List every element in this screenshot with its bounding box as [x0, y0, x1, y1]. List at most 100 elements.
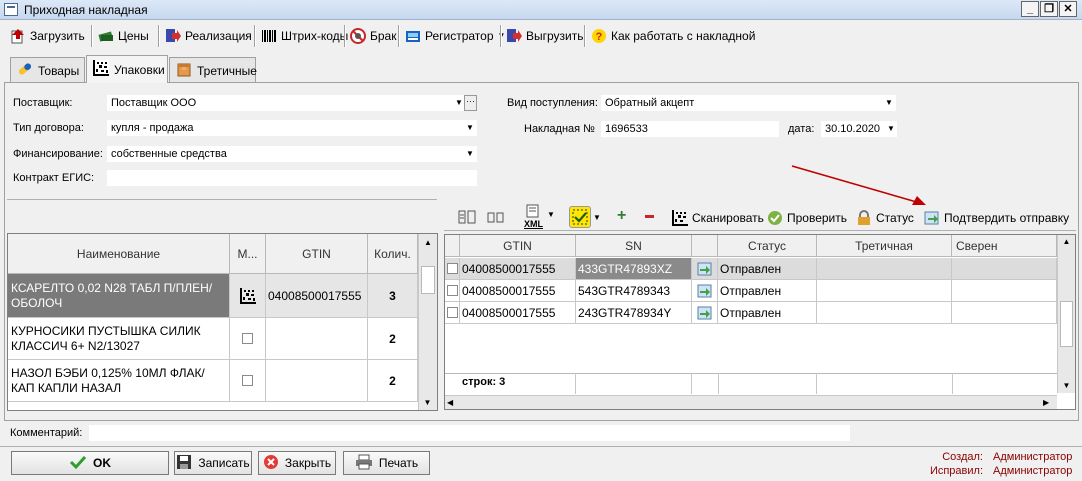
minimize-button[interactable]: _ [1021, 1, 1039, 17]
scroll-right-icon[interactable]: ▶ [1043, 396, 1049, 410]
code-row-tertiary[interactable] [817, 302, 952, 324]
code-row-status[interactable]: Отправлен [718, 302, 817, 324]
code-row-verified[interactable] [952, 302, 1057, 324]
code-row-gtin[interactable]: 04008500017555 [460, 258, 576, 280]
supplier-ellipsis-button[interactable]: ··· [464, 95, 477, 111]
scroll-down-icon[interactable]: ▼ [419, 396, 436, 410]
goods-row-marked-checkbox[interactable] [230, 360, 266, 402]
scroll-thumb[interactable] [421, 266, 435, 294]
scan-button[interactable]: Сканировать [668, 206, 768, 230]
goods-row-gtin[interactable] [266, 318, 368, 360]
goods-row-gtin[interactable]: 04008500017555 [266, 274, 368, 318]
goods-row-marked-checkbox[interactable] [230, 318, 266, 360]
checkbox[interactable] [446, 307, 458, 318]
contract-type-select[interactable]: купля - продажа [107, 120, 477, 136]
scroll-down-icon[interactable]: ▼ [1058, 379, 1075, 393]
code-row-verified[interactable] [952, 280, 1057, 302]
row-select-checkbox[interactable] [445, 258, 460, 280]
columns-icon[interactable] [458, 209, 476, 228]
receipt-type-select[interactable]: Обратный акцепт [601, 95, 896, 111]
goods-row-name[interactable]: КСАРЕЛТО 0,02 N28 ТАБЛ П/ПЛЕН/ОБОЛОЧ [8, 274, 230, 318]
col-header-gtin[interactable]: GTIN [460, 235, 576, 257]
scroll-left-icon[interactable]: ◀ [447, 396, 453, 410]
chevron-down-icon[interactable]: ▼ [885, 96, 893, 110]
col-header-tertiary[interactable]: Третичная [817, 235, 952, 257]
scroll-up-icon[interactable]: ▲ [419, 236, 437, 250]
select-all-icon[interactable] [569, 206, 591, 228]
col-header-marked[interactable]: М... [230, 234, 266, 274]
goods-row-name[interactable]: НАЗОЛ БЭБИ 0,125% 10МЛ ФЛАК/КАП КАПЛИ НА… [8, 360, 230, 402]
send-icon [692, 280, 718, 302]
code-row-status[interactable]: Отправлен [718, 258, 817, 280]
goods-row-name[interactable]: КУРНОСИКИ ПУСТЫШКА СИЛИК КЛАССИЧ 6+ N2/1… [8, 318, 230, 360]
chevron-down-icon[interactable]: ▼ [593, 211, 601, 225]
goods-row-qty[interactable]: 3 [368, 274, 418, 318]
col-header-select[interactable] [445, 235, 460, 257]
col-header-icon[interactable] [692, 235, 718, 257]
checkbox[interactable] [446, 285, 458, 296]
registrar-dropdown[interactable]: Регистратор ▼ [401, 24, 509, 48]
xml-dropdown[interactable]: XML ▼ [521, 204, 561, 230]
col-header-status[interactable]: Статус [718, 235, 817, 257]
remove-icon[interactable] [645, 215, 654, 218]
code-row-tertiary[interactable] [817, 280, 952, 302]
tab-tertiary[interactable]: Третичные [169, 57, 257, 83]
comment-field[interactable] [89, 425, 850, 441]
sale-button[interactable]: Реализация [161, 24, 256, 48]
col-header-sn[interactable]: SN [576, 235, 692, 257]
split-view-icon[interactable] [487, 209, 505, 228]
codes-table-vscrollbar[interactable]: ▲ ▼ [1057, 235, 1075, 393]
chevron-down-icon[interactable]: ▼ [887, 122, 895, 136]
checkbox[interactable] [242, 375, 253, 386]
restore-button[interactable]: ❐ [1040, 1, 1058, 17]
export-button[interactable]: Выгрузить [502, 24, 588, 48]
goods-row-gtin[interactable] [266, 360, 368, 402]
status-button[interactable]: Статус [852, 206, 918, 230]
code-row-verified[interactable] [952, 258, 1057, 280]
howto-button[interactable]: ? Как работать с накладной [587, 24, 759, 48]
egis-contract-field[interactable] [107, 170, 477, 186]
chevron-down-icon[interactable]: ▼ [466, 147, 474, 161]
defect-button[interactable]: Брак [346, 24, 400, 48]
code-row-sn[interactable]: 433GTR47893XZ [576, 258, 692, 280]
tab-packages[interactable]: Упаковки [86, 55, 168, 83]
code-row-gtin[interactable]: 04008500017555 [460, 280, 576, 302]
checkbox[interactable] [446, 263, 458, 274]
code-row-status[interactable]: Отправлен [718, 280, 817, 302]
load-button[interactable]: Загрузить [6, 24, 89, 48]
tab-goods[interactable]: Товары [10, 57, 85, 83]
goods-row-qty[interactable]: 2 [368, 360, 418, 402]
scroll-thumb[interactable] [1060, 301, 1073, 347]
code-row-sn[interactable]: 543GTR4789343 [576, 280, 692, 302]
code-row-tertiary[interactable] [817, 258, 952, 280]
row-select-checkbox[interactable] [445, 302, 460, 324]
confirm-send-button[interactable]: Подтвердить отправку [920, 206, 1073, 230]
col-header-name[interactable]: Наименование [8, 234, 230, 274]
codes-table-hscrollbar[interactable]: ◀ ▶ [445, 395, 1057, 409]
check-button[interactable]: Проверить [763, 206, 851, 230]
goods-row-qty[interactable]: 2 [368, 318, 418, 360]
goods-table-scrollbar[interactable]: ▲ ▼ [418, 234, 437, 410]
prices-button[interactable]: Цены [94, 24, 153, 48]
chevron-down-icon[interactable]: ▼ [455, 96, 463, 110]
barcodes-button[interactable]: Штрих-коды [257, 24, 352, 48]
ok-button[interactable]: OK [11, 451, 169, 475]
row-select-checkbox[interactable] [445, 280, 460, 302]
close-button[interactable]: Закрыть [258, 451, 336, 475]
save-button[interactable]: Записать [174, 451, 252, 475]
scroll-up-icon[interactable]: ▲ [1058, 235, 1075, 249]
financing-select[interactable]: собственные средства [107, 146, 477, 162]
code-row-gtin[interactable]: 04008500017555 [460, 302, 576, 324]
add-icon[interactable]: + [617, 208, 626, 224]
code-row-sn[interactable]: 243GTR478934Y [576, 302, 692, 324]
checkbox[interactable] [242, 333, 253, 344]
print-button[interactable]: Печать [343, 451, 430, 475]
col-header-qty[interactable]: Колич. [368, 234, 418, 274]
chevron-down-icon[interactable]: ▼ [466, 121, 474, 135]
supplier-field[interactable]: Поставщик ООО [107, 95, 465, 111]
close-window-button[interactable]: ✕ [1059, 1, 1077, 17]
col-header-verified[interactable]: Сверен [952, 235, 1057, 257]
date-field[interactable]: 30.10.2020 [821, 121, 897, 137]
invoice-number-field[interactable]: 1696533 [601, 121, 779, 137]
col-header-gtin[interactable]: GTIN [266, 234, 368, 274]
